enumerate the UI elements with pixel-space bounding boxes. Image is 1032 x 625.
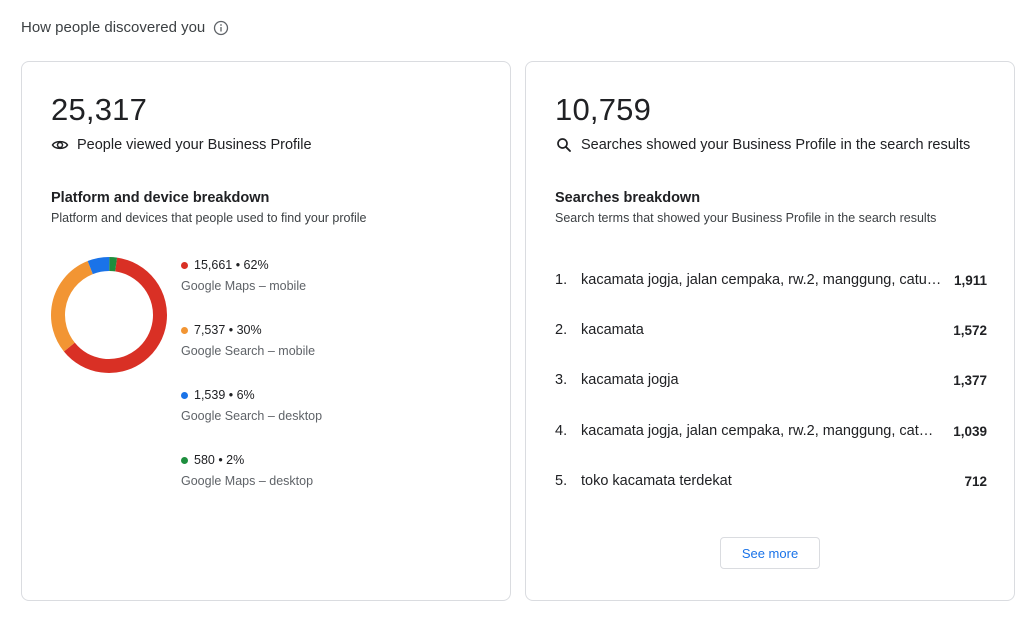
search-term: toko kacamata terdekat [581,473,732,489]
legend-stat: 7,537 • 30% [194,323,262,337]
legend-dot-icon [181,326,188,334]
platform-breakdown-title: Platform and device breakdown [51,190,270,206]
search-count: 1,572 [953,322,987,338]
legend-dot-icon [181,261,188,269]
searches-caption: Searches showed your Business Profile in… [581,137,971,153]
see-more-button[interactable]: See more [720,537,820,569]
legend-item: 15,661 • 62% Google Maps – mobile [181,258,481,293]
legend-item: 1,539 • 6% Google Search – desktop [181,388,481,423]
legend-item: 7,537 • 30% Google Search – mobile [181,323,481,358]
search-rank: 3. [555,372,568,388]
section-header: How people discovered you [21,19,229,36]
legend-stat: 580 • 2% [194,453,245,467]
legend-label: Google Search – desktop [181,409,323,423]
searches-caption-row: Searches showed your Business Profile in… [555,136,970,154]
searches-breakdown-subtitle: Search terms that showed your Business P… [555,211,937,225]
search-rank: 5. [555,473,568,489]
section-title: How people discovered you [21,19,206,36]
legend-label: Google Maps – mobile [181,279,307,293]
search-term: kacamata jogja [581,372,679,388]
search-count: 1,377 [953,372,987,388]
search-term: kacamata [581,322,644,338]
search-count: 1,039 [953,423,987,439]
legend-item: 580 • 2% Google Maps – desktop [181,453,481,488]
searches-total: 10,759 [555,92,652,127]
views-caption-row: People viewed your Business Profile [51,136,312,154]
searches-breakdown-title: Searches breakdown [555,190,701,206]
legend-dot-icon [181,456,188,464]
search-rank: 1. [555,272,568,288]
legend-label: Google Search – mobile [181,344,316,358]
search-rank: 4. [555,423,568,439]
search-rank: 2. [555,322,568,338]
platform-breakdown-subtitle: Platform and devices that people used to… [51,211,367,225]
search-term: kacamata jogja, jalan cempaka, rw.2, man… [581,423,954,439]
search-icon [555,136,573,154]
search-term-row: 3. kacamata jogja 1,377 [555,370,987,390]
views-caption: People viewed your Business Profile [77,137,312,153]
views-card: 25,317 People viewed your Business Profi… [21,61,511,601]
views-total: 25,317 [51,92,148,127]
eye-icon [51,136,69,154]
search-term: kacamata jogja, jalan cempaka, rw.2, man… [581,272,954,288]
searches-card: 10,759 Searches showed your Business Pro… [525,61,1015,601]
info-icon[interactable] [213,20,229,36]
legend-dot-icon [181,391,188,399]
legend-stat: 1,539 • 6% [194,388,255,402]
legend-label: Google Maps – desktop [181,474,314,488]
legend-stat: 15,661 • 62% [194,258,269,272]
search-count: 712 [964,473,987,489]
platform-donut-chart [51,257,167,373]
search-count: 1,911 [953,272,987,288]
search-term-row: 4. kacamata jogja, jalan cempaka, rw.2, … [555,421,987,441]
search-term-row: 1. kacamata jogja, jalan cempaka, rw.2, … [555,270,987,290]
search-term-row: 2. kacamata 1,572 [555,320,987,340]
search-term-row: 5. toko kacamata terdekat 712 [555,471,987,491]
